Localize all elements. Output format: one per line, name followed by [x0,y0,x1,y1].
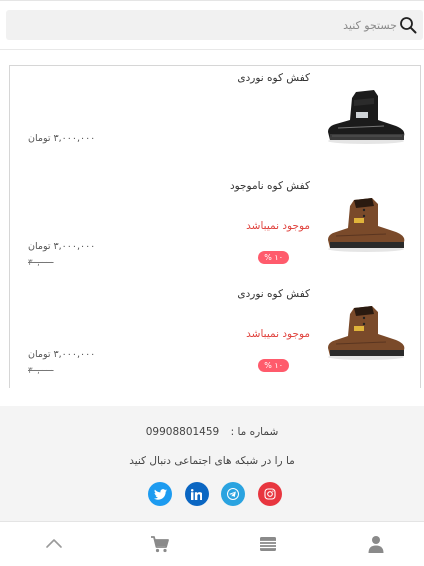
product-image[interactable] [324,86,408,146]
menu-icon[interactable] [258,534,278,554]
product-image[interactable] [324,302,408,362]
phone-number[interactable]: 09908801459 [146,426,220,438]
instagram-icon[interactable] [258,482,282,506]
stock-status: موجود نمیباشد [246,328,310,340]
product-card[interactable]: کفش کوه نوردی موجود نمیباشد ۱۰ % ۳,۰۰۰,۰… [10,282,420,388]
product-image[interactable] [324,194,408,254]
discount-badge: ۱۰ % [258,251,289,264]
user-icon[interactable] [366,534,386,554]
discount-badge: ۱۰ % [258,359,289,372]
search-icon[interactable] [399,16,417,34]
product-price: ۳,۰۰۰,۰۰۰ تومان [28,241,96,252]
product-title[interactable]: کفش کوه ناموجود [230,180,310,192]
footer: شماره ما : 09908801459 ما را در شبکه های… [0,406,424,521]
cart-icon[interactable] [150,534,170,554]
stock-status: موجود نمیباشد [246,220,310,232]
product-list: کفش کوه نوردی ۳,۰۰۰,۰۰۰ تومان کفش کوه نا… [9,65,421,388]
social-text: ما را در شبکه های اجتماعی دنبال کنید [129,455,295,467]
product-title[interactable]: کفش کوه نوردی [237,72,310,84]
chevron-up-icon[interactable] [44,534,64,554]
old-price: ۳۰,۰۰۰ [28,258,54,268]
telegram-icon[interactable] [221,482,246,506]
product-card[interactable]: کفش کوه نوردی ۳,۰۰۰,۰۰۰ تومان [10,66,420,175]
phone-line: شماره ما : 09908801459 [0,426,424,438]
search-box[interactable] [6,10,423,40]
social-links [148,482,282,506]
phone-label: شماره ما : [230,426,279,438]
bottom-nav [0,521,424,566]
search-bar [0,0,424,50]
old-price: ۳۰,۰۰۰ [28,366,54,376]
search-input[interactable] [37,10,397,40]
product-price: ۳,۰۰۰,۰۰۰ تومان [28,133,96,144]
twitter-icon[interactable] [148,482,173,506]
product-title[interactable]: کفش کوه نوردی [237,288,310,300]
linkedin-icon[interactable] [184,482,209,506]
product-card[interactable]: کفش کوه ناموجود موجود نمیباشد ۱۰ % ۳,۰۰۰… [10,174,420,283]
product-price: ۳,۰۰۰,۰۰۰ تومان [28,349,96,360]
